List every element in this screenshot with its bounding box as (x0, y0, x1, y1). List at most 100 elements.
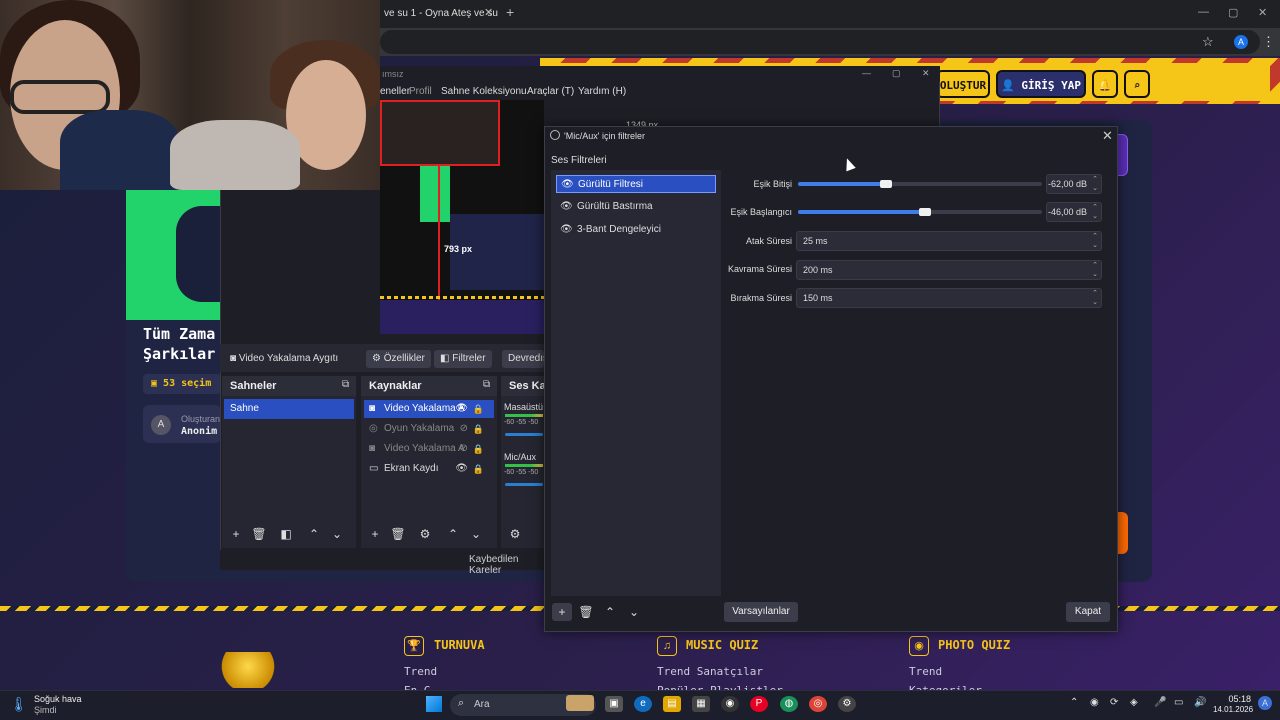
weather-icon[interactable]: 🌡 (10, 696, 28, 713)
lock-icon[interactable]: 🔒 (473, 440, 484, 458)
file-explorer-icon[interactable]: ▤ (663, 696, 681, 712)
store-icon[interactable]: ▦ (692, 696, 710, 712)
menu-tools[interactable]: Araçlar (T) (527, 86, 574, 97)
lock-icon[interactable]: 🔒 (473, 420, 484, 438)
tray-profile-icon[interactable]: A (1258, 696, 1272, 710)
footer-link[interactable]: Trend (909, 665, 942, 678)
tray-bluetooth-icon[interactable]: ◈ (1130, 697, 1138, 708)
tray-mic-icon[interactable]: 🎤 (1154, 697, 1166, 708)
footer-link[interactable]: Trend Sanatçılar (657, 665, 763, 678)
spin-arrows-icon[interactable]: ⌃ ⌄ (1092, 261, 1098, 279)
minimize-icon[interactable]: — (1198, 6, 1209, 18)
lock-icon[interactable]: 🔒 (473, 460, 484, 478)
menu-help[interactable]: Yardım (H) (578, 86, 626, 97)
eye-icon[interactable]: 👁 (455, 460, 468, 478)
remove-source-icon[interactable]: 🗑 (388, 525, 408, 543)
footer-heading-tournament[interactable]: TURNUVA (434, 638, 485, 652)
tray-app-icon[interactable]: ◉ (1090, 697, 1099, 708)
maximize-icon[interactable]: ▢ (1228, 6, 1238, 19)
close-threshold-spinbox[interactable]: -62,00 dB ⌃ ⌄ (1046, 174, 1102, 194)
mixer-settings-icon[interactable]: ⚙ (505, 525, 525, 543)
obs-minimize-icon[interactable]: — (862, 68, 871, 78)
preview-selected-source[interactable] (380, 100, 500, 166)
add-scene-icon[interactable]: + (226, 525, 246, 543)
remove-scene-icon[interactable]: 🗑 (249, 525, 269, 543)
address-bar[interactable] (380, 30, 1260, 54)
properties-button[interactable]: ⚙ Özellikler (366, 350, 431, 368)
move-down-icon[interactable]: ⌄ (466, 525, 486, 543)
open-threshold-spinbox[interactable]: -46,00 dB ⌃ ⌄ (1046, 202, 1102, 222)
move-up-icon[interactable]: ⌃ (600, 603, 620, 621)
weather-title[interactable]: Soğuk hava (34, 694, 82, 704)
add-filter-icon[interactable]: + (552, 603, 572, 621)
chrome-icon[interactable]: ◎ (809, 696, 827, 712)
volume-slider[interactable] (505, 433, 543, 436)
pinterest-icon[interactable]: P (750, 696, 768, 712)
eye-icon[interactable]: 👁 (455, 400, 468, 418)
hold-time-spinbox[interactable]: 200 ms ⌃ ⌄ (796, 260, 1102, 280)
move-down-icon[interactable]: ⌄ (327, 525, 347, 543)
eye-icon[interactable]: 👁 (561, 176, 574, 194)
defaults-button[interactable]: Varsayılanlar (724, 602, 798, 622)
dock-popout-icon[interactable]: ⧉ (483, 379, 490, 390)
open-threshold-handle[interactable] (919, 208, 931, 216)
move-down-icon[interactable]: ⌄ (624, 603, 644, 621)
move-up-icon[interactable]: ⌃ (443, 525, 463, 543)
clock-time[interactable]: 05:18 (1213, 694, 1251, 704)
close-threshold-handle[interactable] (880, 180, 892, 188)
spin-arrows-icon[interactable]: ⌃ ⌄ (1092, 203, 1098, 221)
search-icon[interactable]: ⌕ (1124, 70, 1150, 98)
spin-arrows-icon[interactable]: ⌃ ⌄ (1092, 289, 1098, 307)
footer-heading-music[interactable]: MUSIC QUIZ (686, 638, 758, 652)
eye-hidden-icon[interactable]: ⊘ (460, 420, 468, 438)
menu-profile[interactable]: Profil (409, 86, 432, 97)
login-button[interactable]: 👤 GİRİŞ YAP (996, 70, 1086, 98)
create-button[interactable]: OLUŞTUR (936, 70, 990, 98)
tray-network-icon[interactable]: ▭ (1174, 697, 1183, 708)
obs-maximize-icon[interactable]: ▢ (892, 68, 901, 79)
move-up-icon[interactable]: ⌃ (304, 525, 324, 543)
tray-chevron-icon[interactable]: ⌃ (1070, 697, 1078, 708)
notification-bell-icon[interactable]: 🔔 (1092, 70, 1118, 98)
close-window-icon[interactable]: ✕ (1258, 6, 1267, 19)
eye-hidden-icon[interactable]: ⊘ (460, 440, 468, 458)
source-item[interactable]: ◙ Video Yakalama A 👁 🔒 (364, 400, 494, 418)
windows-start-icon[interactable] (426, 696, 442, 712)
bookmark-star-icon[interactable]: ☆ (1202, 34, 1214, 50)
tray-sync-icon[interactable]: ⟳ (1110, 697, 1118, 708)
source-item[interactable]: ◎ Oyun Yakalama ⊘ 🔒 (364, 420, 494, 438)
tray-volume-icon[interactable]: 🔊 (1194, 697, 1206, 708)
browser-menu-icon[interactable]: ⋮ (1262, 34, 1275, 50)
scene-item[interactable]: Sahne (224, 399, 354, 419)
release-time-spinbox[interactable]: 150 ms ⌃ ⌄ (796, 288, 1102, 308)
filters-button[interactable]: ◧ Filtreler (434, 350, 492, 368)
browser-tab[interactable]: ve su 1 - Oyna Ateş ve su (380, 4, 500, 26)
remove-filter-icon[interactable]: 🗑 (576, 603, 596, 621)
scene-filter-icon[interactable]: ◧ (276, 525, 296, 543)
lock-icon[interactable]: 🔒 (473, 400, 484, 418)
deactivate-button[interactable]: Devredışı (502, 350, 544, 368)
source-item[interactable]: ◙ Video Yakalama A ⊘ 🔒 (364, 440, 494, 458)
spin-arrows-icon[interactable]: ⌃ ⌄ (1092, 232, 1098, 250)
close-icon[interactable]: ✕ (1102, 128, 1113, 144)
browser-app-icon[interactable]: ◍ (780, 696, 798, 712)
eye-icon[interactable]: 👁 (560, 198, 573, 216)
add-source-icon[interactable]: + (365, 525, 385, 543)
menu-scene-collection[interactable]: Sahne Koleksiyonu (441, 86, 527, 97)
dock-popout-icon[interactable]: ⧉ (342, 379, 349, 390)
source-item[interactable]: ▭ Ekran Kaydı 👁 🔒 (364, 460, 494, 478)
volume-slider[interactable] (505, 483, 543, 486)
footer-heading-photo[interactable]: PHOTO QUIZ (938, 638, 1010, 652)
attack-time-spinbox[interactable]: 25 ms ⌃ ⌄ (796, 231, 1102, 251)
tab-close-icon[interactable]: ✕ (484, 6, 493, 19)
source-properties-icon[interactable]: ⚙ (415, 525, 435, 543)
obs-taskbar-icon[interactable]: ◉ (721, 696, 739, 712)
menu-scenes[interactable]: eneller (380, 86, 410, 97)
profile-avatar[interactable]: A (1234, 35, 1248, 49)
edge-icon[interactable]: e (634, 696, 652, 712)
footer-link[interactable]: Trend (404, 665, 437, 678)
settings-icon[interactable]: ⚙ (838, 696, 856, 712)
obs-close-icon[interactable]: ✕ (922, 68, 930, 79)
new-tab-button[interactable]: + (506, 4, 514, 20)
eye-icon[interactable]: 👁 (560, 221, 573, 239)
